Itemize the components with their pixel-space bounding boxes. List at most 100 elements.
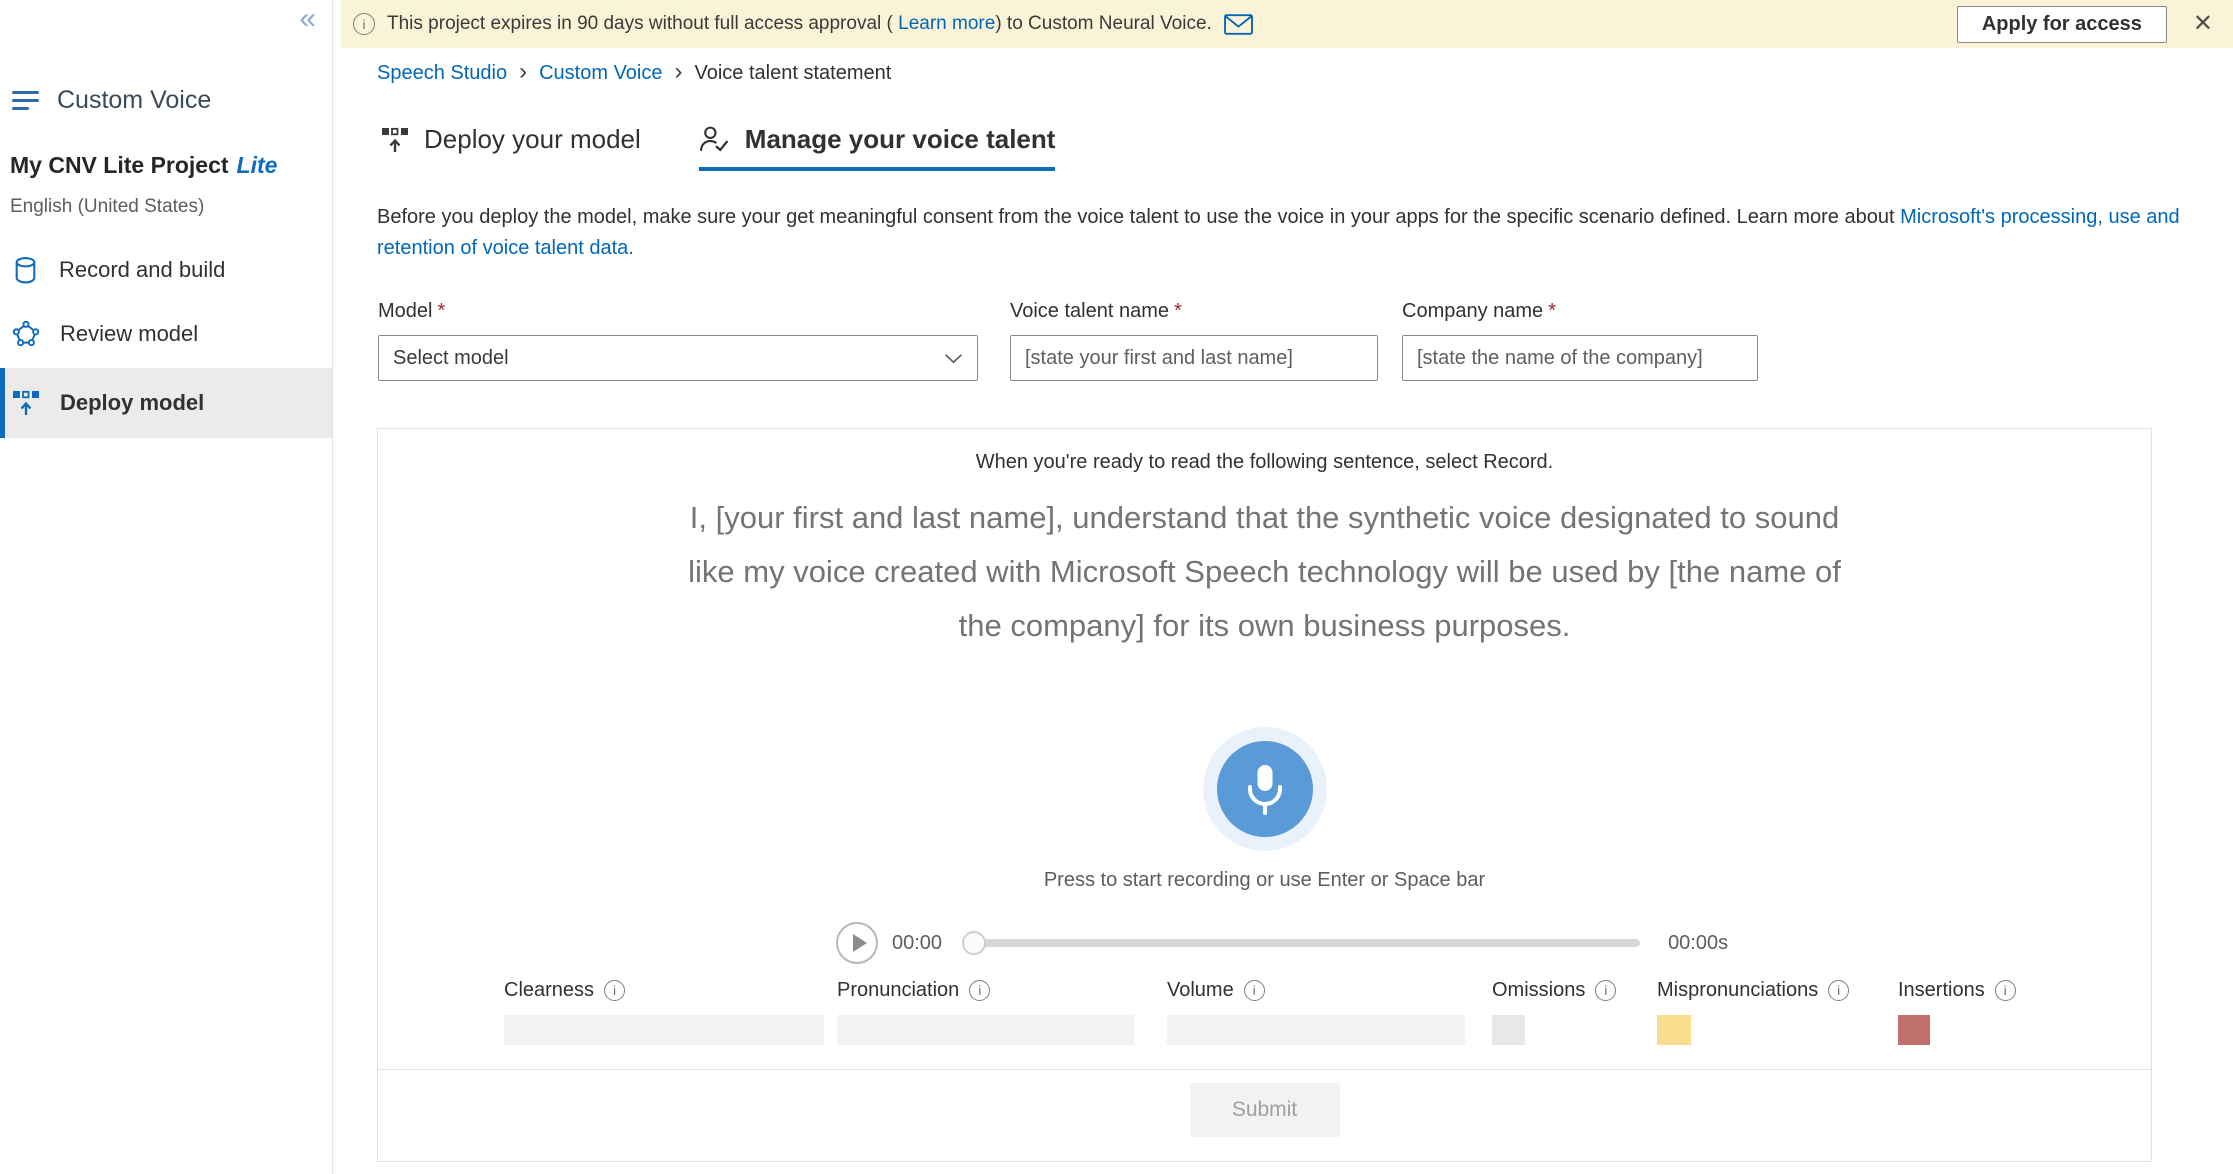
required-asterisk: *: [1548, 300, 1556, 322]
pronunciation-bar: [837, 1015, 1134, 1045]
project-name-row: My CNV Lite Project Lite: [10, 152, 277, 179]
voice-talent-statement-text: I, [your first and last name], understan…: [688, 500, 1841, 643]
model-field-group: Model * Select model: [378, 300, 978, 381]
banner-text-before: This project expires in 90 days without …: [387, 13, 899, 34]
menu-icon[interactable]: [12, 86, 39, 115]
info-icon[interactable]: i: [1595, 979, 1617, 1001]
project-language: English (United States): [10, 196, 205, 217]
chevron-right-icon: ›: [519, 58, 528, 85]
metric-mispronunciations: Mispronunciations i: [1657, 977, 1850, 1045]
sidebar-item-deploy-model[interactable]: Deploy model: [0, 368, 332, 438]
metric-insertions: Insertions i: [1898, 977, 2016, 1045]
model-label-text: Model: [378, 300, 433, 322]
model-select-value: Select model: [393, 346, 509, 369]
breadcrumb-link-speech-studio[interactable]: Speech Studio: [377, 62, 507, 85]
database-icon: [15, 256, 36, 283]
project-name: My CNV Lite Project: [10, 152, 229, 178]
info-icon[interactable]: i: [969, 979, 991, 1001]
mic-halo: [1202, 727, 1327, 851]
sidebar: « Custom Voice My CNV Lite Project Lite E…: [0, 0, 333, 1174]
info-icon: i: [353, 13, 375, 35]
required-asterisk: *: [1174, 300, 1182, 322]
play-icon: [852, 934, 867, 952]
submit-button[interactable]: Submit: [1189, 1083, 1340, 1137]
page-description: Before you deploy the model, make sure y…: [377, 202, 2199, 264]
sidebar-item-review-model[interactable]: Review model: [0, 306, 332, 362]
seek-slider[interactable]: [962, 921, 1641, 965]
company-name-input[interactable]: [1402, 335, 1758, 381]
sidebar-item-label: Deploy model: [60, 390, 205, 415]
tab-label: Manage your voice talent: [744, 124, 1056, 154]
deploy-icon: [13, 390, 39, 415]
person-check-icon: [699, 126, 729, 152]
metric-volume: Volume i: [1167, 977, 1465, 1045]
microphone-icon: [1247, 765, 1282, 815]
banner-text: This project expires in 90 days without …: [387, 13, 1212, 35]
voice-talent-name-label: Voice talent name *: [1010, 300, 1378, 323]
app-root: « Custom Voice My CNV Lite Project Lite E…: [0, 0, 2233, 1174]
breadcrumb: Speech Studio › Custom Voice › Voice tal…: [377, 60, 891, 87]
sidebar-item-label: Record and build: [59, 257, 226, 282]
metric-clearness: Clearness i: [504, 977, 824, 1045]
slider-track: [964, 939, 1641, 947]
metric-label: Volume: [1167, 978, 1234, 1001]
project-lite-badge: Lite: [236, 152, 278, 178]
voice-talent-name-input[interactable]: [1010, 335, 1378, 381]
company-name-label-text: Company name: [1402, 300, 1544, 322]
learn-more-link[interactable]: Learn more: [898, 13, 995, 34]
model-select[interactable]: Select model: [378, 335, 978, 381]
record-button[interactable]: [1216, 741, 1313, 837]
chevron-down-icon: [945, 353, 962, 363]
tab-bar: Deploy your model Manage your voice tale…: [381, 124, 1113, 171]
breadcrumb-current-page: Voice talent statement: [694, 62, 892, 84]
model-label: Model *: [378, 300, 978, 323]
info-icon[interactable]: i: [1994, 979, 2016, 1001]
info-icon[interactable]: i: [1828, 979, 1850, 1001]
current-time: 00:00: [892, 931, 943, 954]
volume-bar: [1167, 1015, 1465, 1045]
recording-instruction: When you're ready to read the following …: [975, 451, 1554, 473]
metric-label: Insertions: [1898, 978, 1985, 1001]
description-text: Before you deploy the model, make sure y…: [377, 206, 1901, 228]
sidebar-item-record-and-build[interactable]: Record and build: [0, 242, 332, 298]
info-icon[interactable]: i: [604, 979, 626, 1001]
close-banner-icon[interactable]: ✕: [2193, 12, 2213, 36]
info-icon[interactable]: i: [1243, 979, 1265, 1001]
slider-thumb[interactable]: [962, 931, 987, 955]
collapse-sidebar-icon[interactable]: «: [299, 2, 316, 36]
voice-talent-name-label-text: Voice talent name: [1010, 300, 1169, 322]
tab-manage-your-voice-talent[interactable]: Manage your voice talent: [698, 124, 1056, 171]
apply-for-access-button[interactable]: Apply for access: [1956, 5, 2167, 43]
clearness-bar: [504, 1015, 824, 1045]
metric-pronunciation: Pronunciation i: [837, 977, 1134, 1045]
play-button[interactable]: [836, 922, 878, 964]
metric-label: Clearness: [504, 978, 595, 1001]
metric-omissions: Omissions i: [1492, 977, 1617, 1045]
deploy-icon: [382, 127, 408, 152]
company-name-label: Company name *: [1402, 300, 1758, 323]
voice-talent-name-field-group: Voice talent name *: [1010, 300, 1378, 381]
company-name-field-group: Company name *: [1402, 300, 1758, 381]
sidebar-title-row: Custom Voice: [12, 86, 211, 115]
duration: 00:00s: [1668, 931, 1729, 954]
sidebar-title: Custom Voice: [57, 86, 212, 114]
recording-card: When you're ready to read the following …: [377, 428, 2152, 1162]
card-divider: [378, 1069, 2151, 1070]
omissions-indicator: [1492, 1015, 1525, 1045]
tab-deploy-your-model[interactable]: Deploy your model: [381, 124, 641, 171]
audio-player: 00:00 00:00s: [836, 921, 1728, 965]
chevron-right-icon: ›: [674, 58, 683, 85]
breadcrumb-link-custom-voice[interactable]: Custom Voice: [539, 62, 662, 85]
mail-icon: [1223, 13, 1253, 35]
mispronunciations-indicator: [1657, 1015, 1691, 1045]
expiry-banner: i This project expires in 90 days withou…: [341, 0, 2233, 48]
sidebar-item-label: Review model: [60, 321, 199, 346]
metric-label: Pronunciation: [837, 978, 960, 1001]
required-asterisk: *: [437, 300, 446, 322]
tab-label: Deploy your model: [424, 124, 641, 154]
record-hint: Press to start recording or use Enter or…: [1043, 869, 1486, 891]
insertions-indicator: [1898, 1015, 1930, 1045]
model-network-icon: [12, 320, 40, 347]
banner-text-after: ) to Custom Neural Voice.: [995, 13, 1212, 34]
metric-label: Mispronunciations: [1657, 978, 1819, 1001]
